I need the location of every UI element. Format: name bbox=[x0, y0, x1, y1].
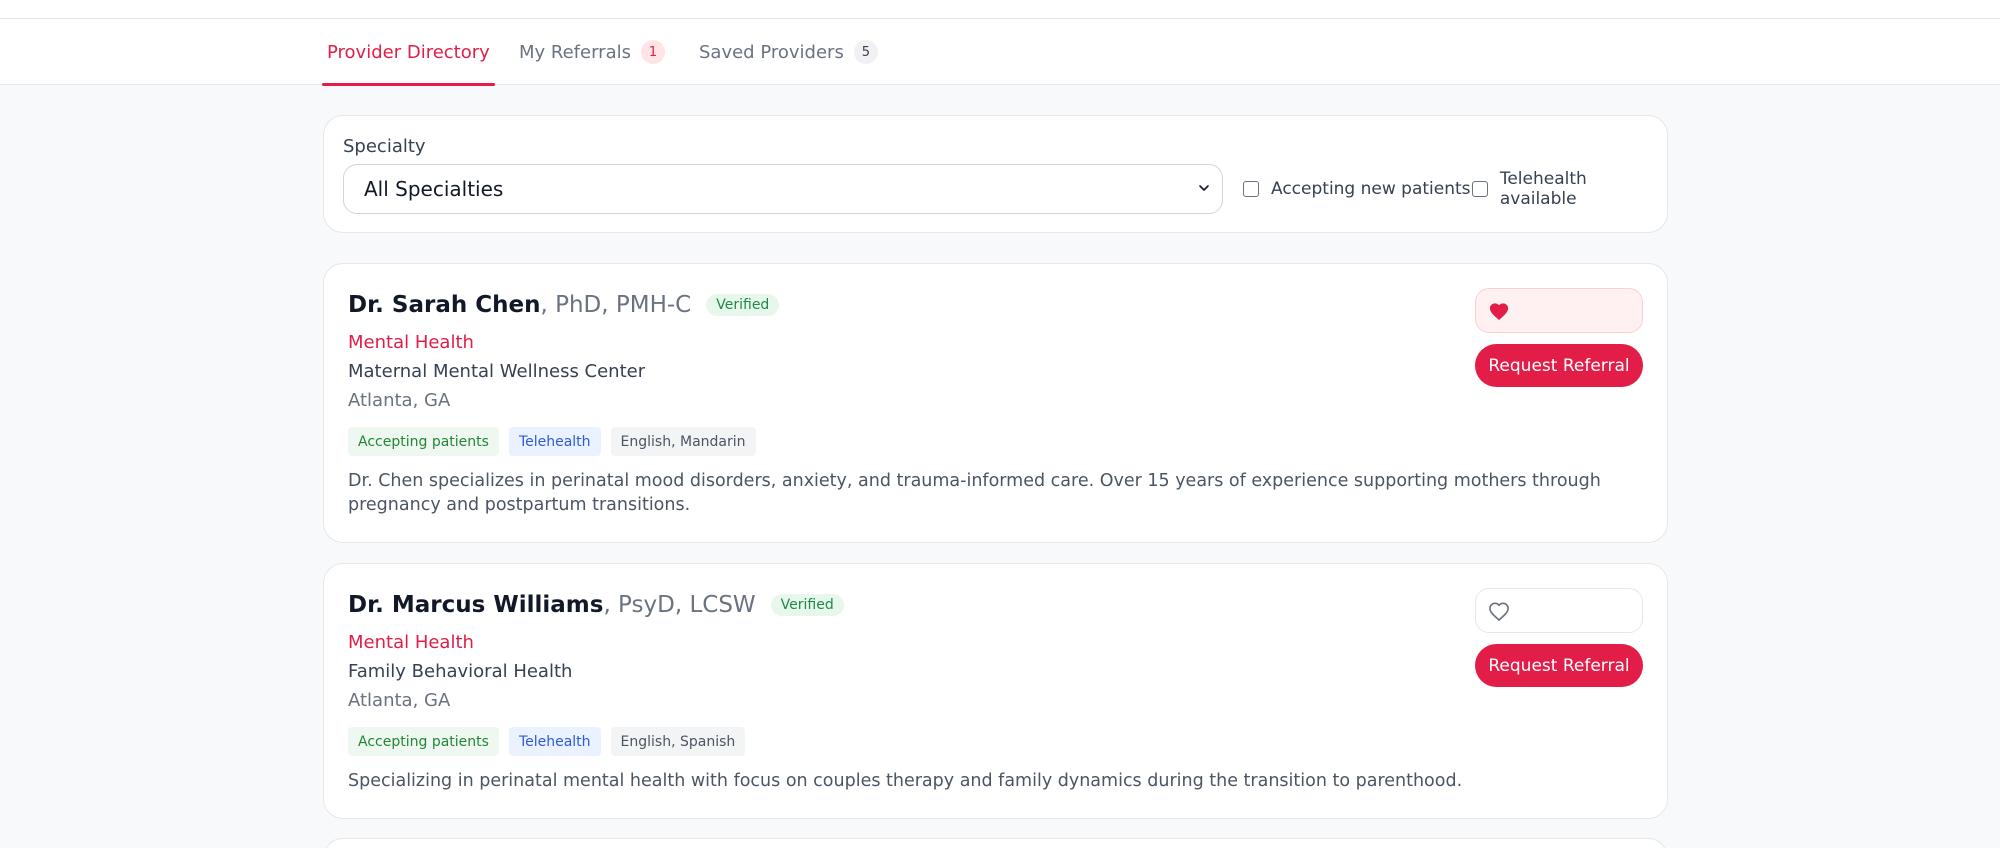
tab-saved-providers[interactable]: Saved Providers 5 bbox=[699, 19, 878, 85]
provider-specialty: Mental Health bbox=[348, 332, 474, 353]
filter-panel: Specialty All Specialties Accepting new … bbox=[323, 115, 1668, 233]
tab-label: Saved Providers bbox=[699, 41, 844, 63]
chevron-down-icon bbox=[1199, 185, 1209, 191]
provider-credentials: , PsyD, LCSW bbox=[603, 592, 756, 618]
provider-organization: Maternal Mental Wellness Center bbox=[348, 361, 646, 382]
telehealth-tag: Telehealth bbox=[508, 727, 601, 756]
telehealth-tag: Telehealth bbox=[508, 427, 601, 456]
tab-label: Provider Directory bbox=[327, 41, 490, 63]
save-provider-button[interactable] bbox=[1475, 588, 1643, 633]
save-provider-button[interactable] bbox=[1475, 288, 1643, 333]
saved-count-badge: 5 bbox=[853, 40, 878, 64]
tab-my-referrals[interactable]: My Referrals 1 bbox=[519, 19, 665, 85]
tab-label: My Referrals bbox=[519, 41, 631, 63]
checkbox-box[interactable] bbox=[1472, 181, 1488, 197]
accepting-patients-tag: Accepting patients bbox=[348, 727, 499, 756]
verified-badge: Verified bbox=[770, 594, 844, 616]
provider-location: Atlanta, GA bbox=[348, 690, 451, 711]
provider-card: Dr. Marcus Williams , PsyD, LCSW Verifie… bbox=[323, 563, 1668, 819]
provider-card: Dr. Sarah Chen , PhD, PMH-C Verified Men… bbox=[323, 263, 1668, 543]
languages-tag: English, Spanish bbox=[610, 727, 746, 756]
languages-tag: English, Mandarin bbox=[610, 427, 756, 456]
provider-card bbox=[323, 838, 1668, 848]
telehealth-available-checkbox[interactable]: Telehealth available bbox=[1472, 164, 1667, 214]
checkbox-label: Telehealth available bbox=[1499, 169, 1587, 209]
provider-credentials: , PhD, PMH-C bbox=[540, 292, 692, 318]
provider-description: Dr. Chen specializes in perinatal mood d… bbox=[348, 471, 1601, 515]
checkbox-label: Accepting new patients bbox=[1271, 179, 1471, 199]
request-referral-button[interactable]: Request Referral bbox=[1475, 344, 1643, 387]
tab-bar: Provider Directory My Referrals 1 Saved … bbox=[0, 19, 2000, 86]
verified-badge: Verified bbox=[706, 294, 780, 316]
specialty-select[interactable]: All Specialties bbox=[343, 164, 1223, 214]
provider-specialty: Mental Health bbox=[348, 632, 474, 653]
referrals-count-badge: 1 bbox=[640, 40, 665, 64]
provider-name[interactable]: Dr. Sarah Chen bbox=[348, 292, 540, 318]
provider-description: Specializing in perinatal mental health … bbox=[348, 771, 1463, 791]
heart-filled-icon bbox=[1489, 302, 1509, 320]
provider-tags: Accepting patients Telehealth English, M… bbox=[348, 427, 756, 456]
specialty-label: Specialty bbox=[343, 136, 426, 157]
provider-name[interactable]: Dr. Marcus Williams bbox=[348, 592, 603, 618]
heart-outline-icon bbox=[1489, 602, 1509, 621]
provider-header: Dr. Sarah Chen , PhD, PMH-C Verified bbox=[348, 292, 780, 318]
request-referral-button[interactable]: Request Referral bbox=[1475, 644, 1643, 687]
provider-organization: Family Behavioral Health bbox=[348, 661, 573, 682]
provider-tags: Accepting patients Telehealth English, S… bbox=[348, 727, 746, 756]
specialty-selected-value: All Specialties bbox=[364, 177, 504, 201]
tab-provider-directory[interactable]: Provider Directory bbox=[322, 19, 495, 86]
top-bar bbox=[0, 0, 2000, 19]
checkbox-box[interactable] bbox=[1243, 181, 1259, 197]
provider-location: Atlanta, GA bbox=[348, 390, 451, 411]
accepting-new-patients-checkbox[interactable]: Accepting new patients bbox=[1243, 164, 1471, 214]
accepting-patients-tag: Accepting patients bbox=[348, 427, 499, 456]
provider-header: Dr. Marcus Williams , PsyD, LCSW Verifie… bbox=[348, 592, 844, 618]
